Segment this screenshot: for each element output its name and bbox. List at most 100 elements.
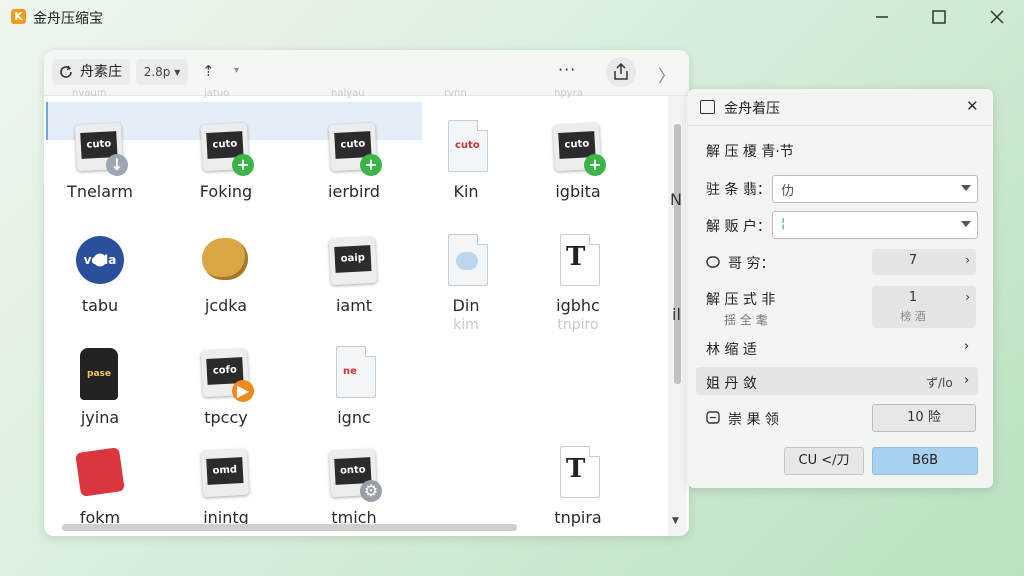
file-item[interactable]: cuto + ierbird: [298, 118, 410, 201]
ghost-label: nalyau: [331, 88, 365, 99]
chevron-down-icon: [961, 221, 971, 227]
sort-icon[interactable]: ⇡: [202, 62, 215, 80]
archive-label: omd: [206, 457, 244, 485]
archive-icon: cuto +: [324, 118, 384, 178]
archive-icon: onto ⚙: [324, 444, 384, 504]
cancel-button[interactable]: CU <∕刀: [784, 447, 864, 475]
side-letter: N: [670, 190, 682, 209]
close-icon[interactable]: ✕: [966, 97, 979, 115]
chevron-right-icon[interactable]: ›: [964, 373, 969, 388]
file-name: igbita: [555, 182, 601, 201]
ghost-label: npyra: [554, 88, 583, 99]
file-browser-window: 舟素庄 2.8p ▾ ⇡ ▾ ··· 〉 nvaum jatuo nalyau rvn…: [44, 50, 689, 536]
file-name: Foking: [199, 182, 253, 201]
row4-stepper[interactable]: 1 榜 酒 ›: [872, 286, 976, 328]
document-icon: ne: [324, 344, 384, 404]
file-item[interactable]: cuto Kin: [410, 118, 522, 201]
row4-label: 解 压 式 非: [706, 292, 776, 308]
font-file-icon: T: [548, 444, 608, 504]
path-label: 舟素庄: [80, 64, 122, 80]
share-button[interactable]: [606, 57, 636, 87]
app-titlebar: K 金舟压缩宝: [0, 0, 1024, 34]
ghost-label: rvnn: [444, 88, 467, 99]
file-item[interactable]: oaip iamt: [298, 232, 410, 315]
row1-select[interactable]: 仂: [772, 175, 978, 203]
ghost-label: jatuo: [204, 88, 230, 99]
archive-icon: omd: [196, 444, 256, 504]
horizontal-scrollbar[interactable]: [62, 524, 517, 531]
document-icon: cuto: [436, 118, 496, 178]
file-item[interactable]: cuto + igbita: [522, 118, 634, 201]
row6-label: 姐 丹 敛: [706, 376, 757, 392]
row2-select[interactable]: ¦: [772, 211, 978, 239]
file-item[interactable]: Tigbhc tnpiro: [522, 232, 634, 333]
minimize-button[interactable]: [869, 6, 895, 28]
chevron-down-icon[interactable]: ▾: [234, 65, 239, 76]
more-icon[interactable]: ···: [558, 60, 576, 79]
file-sublabel: kim: [453, 317, 479, 333]
row4-sublabel: 揺 全 耄: [724, 313, 768, 327]
archive-icon: cuto +: [196, 118, 256, 178]
archive-icon: cuto +: [548, 118, 608, 178]
file-item[interactable]: pase jyina: [44, 344, 156, 427]
file-item[interactable]: cofo ▶ tpccy: [170, 344, 282, 427]
row2-value: ¦: [781, 216, 786, 231]
plus-badge-icon: +: [232, 154, 254, 176]
font-file-icon: T: [548, 232, 608, 292]
file-item[interactable]: ne ignc: [298, 344, 410, 427]
scroll-down-icon[interactable]: ▼: [672, 516, 679, 526]
file-item[interactable]: omd inintg: [170, 444, 282, 527]
file-item[interactable]: cuto + Foking: [170, 118, 282, 201]
file-name: iamt: [335, 296, 373, 315]
file-item[interactable]: Din kim: [410, 232, 522, 333]
arrow-badge-icon: ↓: [106, 154, 128, 176]
row3-stepper[interactable]: 7 ›: [872, 249, 976, 275]
file-item[interactable]: Ttnpira: [522, 444, 634, 527]
font-glyph: T: [566, 454, 586, 484]
section-heading: 解 压 榎 青·节: [706, 144, 794, 160]
close-window-button[interactable]: [984, 6, 1010, 28]
path-dropdown[interactable]: 舟素庄: [52, 59, 130, 85]
row7-label: 崇 果 领: [728, 412, 779, 428]
file-name: tabu: [81, 296, 119, 315]
side-letter: il: [672, 305, 681, 324]
bottle-icon: pase: [70, 344, 130, 404]
row1-label: 驻 条 翡：: [706, 182, 771, 198]
file-item[interactable]: onto ⚙ tmich: [298, 444, 410, 527]
font-glyph: T: [566, 242, 586, 272]
chevron-down-icon: ▾: [174, 65, 181, 79]
panel-icon: [700, 100, 715, 114]
file-item[interactable]: cuto ↓ Tnelarm: [44, 118, 156, 201]
file-item[interactable]: jcdka: [170, 232, 282, 315]
maximize-button[interactable]: [926, 6, 952, 28]
file-name: ignc: [337, 408, 371, 427]
file-name: jcdka: [204, 296, 248, 315]
close-icon: [990, 10, 1004, 24]
size-label: 2.8p: [143, 65, 171, 79]
file-name: tpccy: [204, 408, 248, 427]
scrollbar-thumb[interactable]: [674, 124, 681, 384]
row7-button[interactable]: 10 险: [872, 404, 976, 432]
chevron-right-icon[interactable]: ›: [964, 339, 969, 354]
file-name: jyina: [80, 408, 120, 427]
minimize-icon: [876, 16, 888, 18]
panel-title: 金舟着压: [724, 101, 780, 117]
ghost-label: nvaum: [72, 88, 107, 99]
share-icon: [614, 63, 628, 80]
file-item[interactable]: fokm: [44, 444, 156, 527]
archive-icon: cofo ▶: [196, 344, 256, 404]
play-badge-icon: ▶: [232, 380, 254, 402]
app-title: 金舟压缩宝: [33, 11, 103, 27]
file-item[interactable]: voda tabu: [44, 232, 156, 315]
plus-badge-icon: +: [360, 154, 382, 176]
row6-value: ず/lo: [926, 376, 953, 390]
confirm-button[interactable]: B6B: [872, 447, 978, 475]
row3-label: 哥 穷：: [728, 256, 775, 272]
chevron-right-icon: ›: [965, 253, 970, 267]
doc-label: cuto: [455, 140, 480, 151]
doc-label: ne: [343, 366, 357, 377]
file-name: tnpira: [554, 508, 602, 527]
chevron-down-icon: [961, 185, 971, 191]
collapse-icon[interactable]: 〉: [658, 62, 675, 87]
size-dropdown[interactable]: 2.8p ▾: [136, 59, 188, 85]
